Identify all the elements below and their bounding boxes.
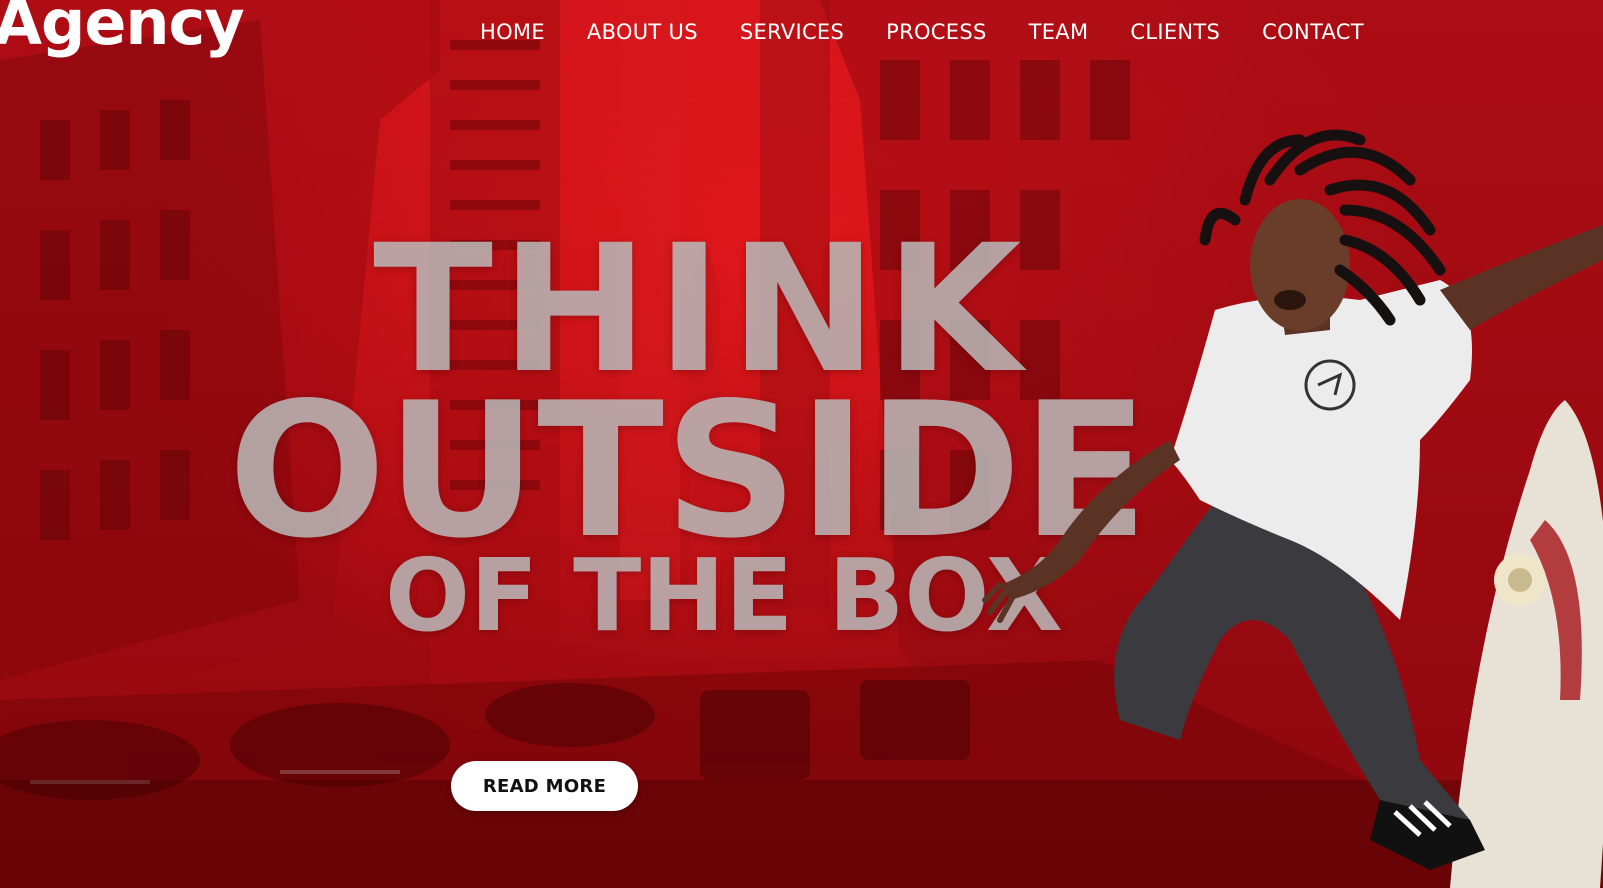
agency-logo[interactable]: Agency	[0, 0, 245, 60]
main-navigation: HOME ABOUT US SERVICES PROCESS TEAM CLIE…	[480, 18, 1385, 46]
nav-item-team[interactable]: TEAM	[1008, 18, 1110, 46]
nav-item-about-us[interactable]: ABOUT US	[566, 18, 719, 46]
city-street-background	[0, 0, 1603, 888]
read-more-button[interactable]: READ MORE	[451, 761, 638, 811]
nav-item-contact[interactable]: CONTACT	[1241, 18, 1385, 46]
nav-item-clients[interactable]: CLIENTS	[1109, 18, 1241, 46]
nav-item-process[interactable]: PROCESS	[865, 18, 1007, 46]
nav-item-services[interactable]: SERVICES	[719, 18, 865, 46]
nav-item-home[interactable]: HOME	[480, 18, 566, 46]
hero-section: THINK OUTSIDE OF THE BOX Agency HOME ABO…	[0, 0, 1603, 888]
